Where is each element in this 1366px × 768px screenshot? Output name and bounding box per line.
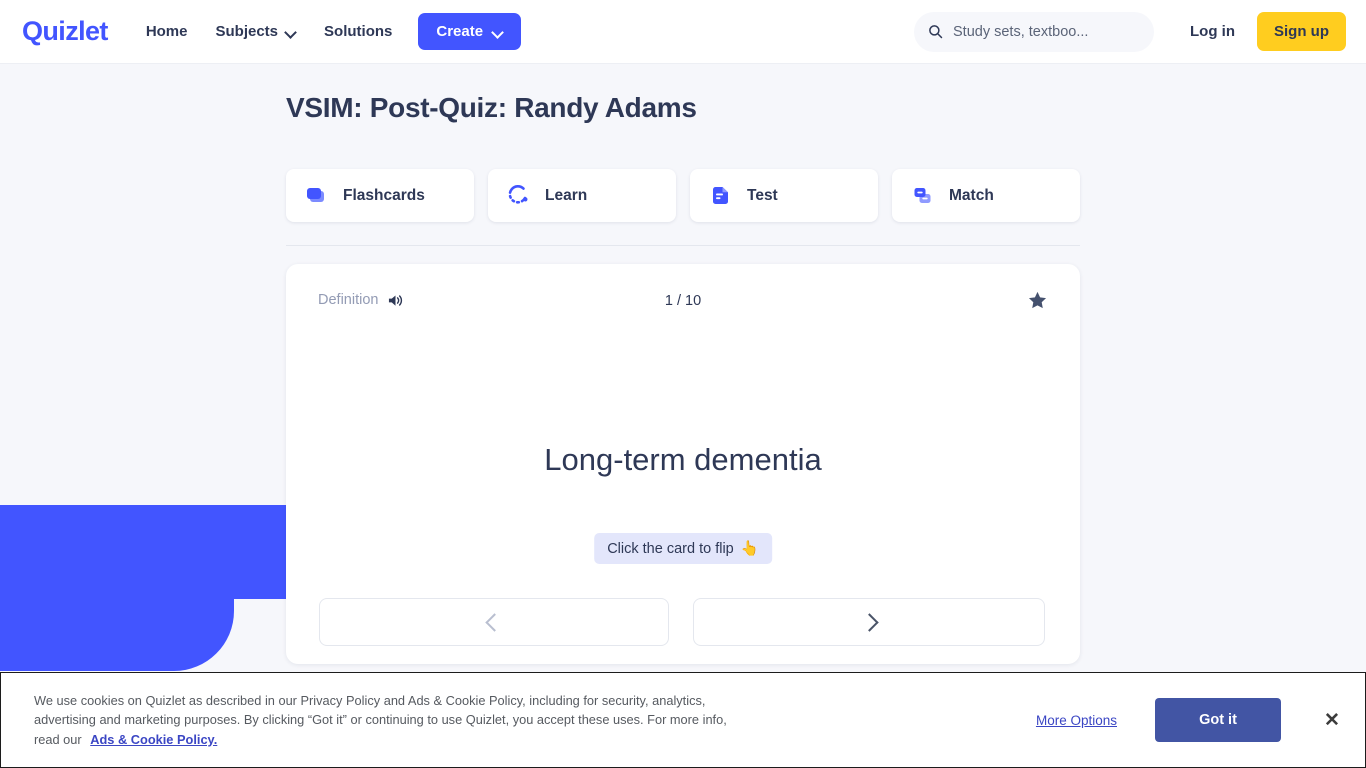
cookie-banner-text: We use cookies on Quizlet as described i… [34,691,734,750]
study-mode-tabs: Flashcards Learn Test Match [286,169,1080,222]
flashcard-header: Definition 1 / 10 [318,290,1048,316]
signup-button[interactable]: Sign up [1257,12,1346,51]
tab-label: Learn [545,186,588,204]
section-divider [286,245,1080,246]
nav-item-label: Subjects [215,23,279,40]
flip-hint-label: Click the card to flip [607,540,734,557]
learn-icon [506,183,531,208]
test-icon [708,183,733,208]
search-box[interactable] [914,11,1154,52]
tab-label: Flashcards [343,186,425,204]
nav-item-subjects[interactable]: Subjects [202,15,311,48]
decorative-blob-shape-secondary [0,598,234,671]
page-title: VSIM: Post-Quiz: Randy Adams [286,92,697,123]
chevron-left-icon [488,616,500,628]
cookie-consent-banner: We use cookies on Quizlet as described i… [0,672,1366,768]
search-input[interactable] [953,23,1140,40]
login-link[interactable]: Log in [1190,23,1235,40]
chevron-down-icon [285,28,296,35]
accept-cookies-button[interactable]: Got it [1155,698,1281,742]
nav-item-label: Home [145,23,188,40]
nav-item-home[interactable]: Home [132,15,202,48]
flashcard[interactable]: Definition 1 / 10 Long-term dementia Cli… [286,264,1080,664]
nav-item-solutions[interactable]: Solutions [310,15,406,48]
create-button[interactable]: Create [418,13,522,50]
tab-match[interactable]: Match [892,169,1080,222]
main-nav: Home Subjects Solutions Create [132,13,522,50]
more-options-link[interactable]: More Options [1036,713,1117,728]
header-right-group: Log in Sign up [914,11,1346,52]
create-button-label: Create [436,23,484,40]
pointing-hand-icon: 👆 [740,541,759,557]
top-navigation-bar: Quizlet Home Subjects Solutions Create L… [0,0,1366,64]
match-icon [910,183,935,208]
tab-test[interactable]: Test [690,169,878,222]
flip-hint-tooltip: Click the card to flip 👆 [594,533,772,564]
chevron-right-icon [863,616,875,628]
nav-item-label: Solutions [324,23,393,40]
cookie-banner-actions: More Options Got it ✕ [1036,698,1343,742]
search-icon [929,25,943,39]
close-icon[interactable]: ✕ [1321,709,1343,731]
ads-cookie-policy-link[interactable]: Ads & Cookie Policy. [90,732,217,747]
quizlet-logo[interactable]: Quizlet [22,16,108,47]
tab-learn[interactable]: Learn [488,169,676,222]
tab-label: Match [949,186,994,204]
tab-label: Test [747,186,778,204]
star-filled-icon[interactable] [1027,290,1048,315]
next-card-button[interactable] [693,598,1045,646]
card-navigation [319,598,1047,646]
previous-card-button[interactable] [319,598,669,646]
flashcards-icon [304,183,329,208]
card-counter: 1 / 10 [664,293,702,309]
tab-flashcards[interactable]: Flashcards [286,169,474,222]
chevron-down-icon [492,28,503,35]
flashcard-term-text: Long-term dementia [544,442,822,477]
